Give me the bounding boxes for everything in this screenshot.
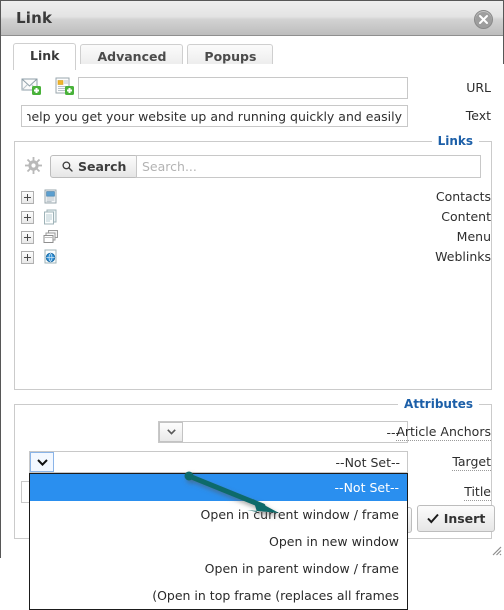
expander-plus-icon[interactable]: [21, 191, 34, 204]
chevron-down-glyph: [36, 458, 48, 466]
dropdown-option[interactable]: --Not Set--: [30, 474, 407, 501]
menu-windows-glyph: [43, 230, 58, 243]
tab-link[interactable]: Link: [13, 43, 77, 70]
tree-item-contacts[interactable]: Contacts: [21, 187, 491, 208]
text-label: Text: [465, 108, 491, 123]
link-dialog: Link Link Advanced Popups URL mla will h…: [0, 0, 504, 610]
insert-button-label: Insert: [443, 511, 486, 526]
title-label: Title: [411, 484, 491, 501]
search-button-label: Search: [78, 159, 127, 174]
links-legend: Links: [431, 134, 479, 148]
chevron-down-icon[interactable]: [159, 422, 183, 442]
mail-add-icon[interactable]: [21, 77, 42, 99]
gear-icon[interactable]: [25, 157, 42, 177]
content-pages-glyph: [44, 209, 57, 225]
document-add-glyph: [55, 77, 74, 95]
search-input[interactable]: [136, 155, 481, 178]
tree-item-label: Contacts: [435, 189, 491, 204]
title-label-text: Title: [464, 484, 491, 501]
chevron-down-icon[interactable]: [30, 452, 54, 472]
mail-add-glyph: [21, 78, 41, 95]
article-anchors-value: ---: [386, 424, 400, 440]
target-dropdown-list[interactable]: --Not Set-- Open in current window / fra…: [29, 473, 408, 610]
expander-plus-icon[interactable]: [21, 211, 34, 224]
resize-grip-icon[interactable]: [490, 544, 502, 556]
contact-card-glyph: [44, 189, 57, 204]
document-add-icon[interactable]: [54, 77, 75, 99]
article-anchors-label-text: Article Anchors: [396, 424, 491, 441]
dialog-title: Link: [16, 9, 53, 27]
gear-glyph: [25, 157, 42, 174]
magnifier-icon: [62, 161, 73, 172]
tree-item-weblinks[interactable]: Weblinks: [21, 247, 491, 268]
check-icon: [426, 513, 439, 524]
dialog-body: URL Text Links: [1, 64, 504, 610]
weblink-globe-glyph: [44, 249, 57, 264]
url-input[interactable]: [78, 77, 408, 99]
expander-plus-icon[interactable]: [21, 251, 34, 264]
close-x-glyph: [479, 15, 488, 24]
attributes-legend: Attributes: [398, 397, 479, 411]
target-label: Target: [411, 454, 491, 471]
tree-item-label: Weblinks: [435, 249, 491, 264]
target-select[interactable]: --Not Set--: [29, 451, 408, 473]
search-button[interactable]: Search: [50, 155, 139, 178]
text-input[interactable]: [21, 105, 408, 127]
dialog-titlebar: Link: [1, 1, 503, 36]
url-label: URL: [466, 80, 491, 95]
target-label-text: Target: [452, 454, 491, 471]
dropdown-option[interactable]: (Open in top frame (replaces all frames: [30, 582, 407, 609]
tree-item-content[interactable]: Content: [21, 207, 491, 228]
tree-item-label: Menu: [456, 229, 491, 244]
contact-card-icon: [43, 189, 59, 205]
insert-button[interactable]: Insert: [417, 505, 495, 532]
dropdown-option[interactable]: Open in parent window / frame: [30, 555, 407, 582]
tree-item-label: Content: [441, 209, 491, 224]
expander-plus-icon[interactable]: [21, 231, 34, 244]
tree-item-menu[interactable]: Menu: [21, 227, 491, 248]
article-anchors-select[interactable]: ---: [158, 421, 408, 443]
dropdown-option[interactable]: Open in current window / frame: [30, 501, 407, 528]
close-icon[interactable]: [474, 10, 493, 29]
article-anchors-label: Article Anchors: [386, 424, 491, 441]
chevron-down-glyph: [166, 429, 176, 435]
dropdown-option[interactable]: Open in new window: [30, 528, 407, 555]
weblink-globe-icon: [43, 249, 59, 265]
menu-windows-icon: [43, 229, 59, 245]
content-pages-icon: [43, 209, 59, 225]
target-value: --Not Set--: [335, 454, 400, 470]
tab-strip: Link Advanced Popups: [1, 36, 503, 71]
